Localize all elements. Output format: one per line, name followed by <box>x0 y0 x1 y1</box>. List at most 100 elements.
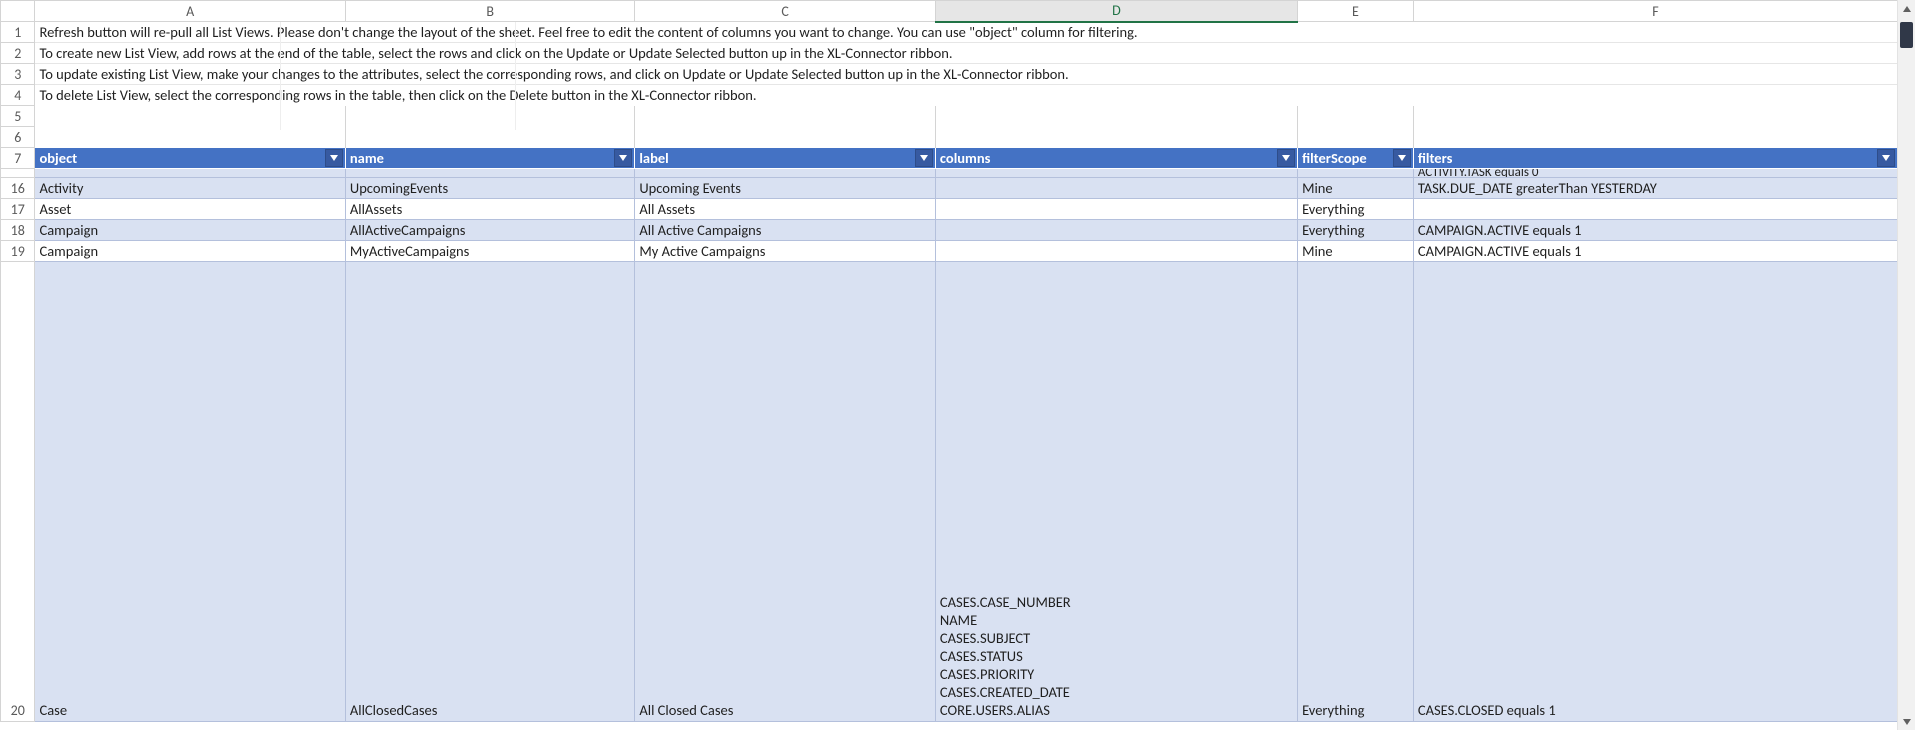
col-header-A[interactable]: A <box>35 1 345 22</box>
cell-A1[interactable]: Refresh button will re-pull all List Vie… <box>35 22 1897 43</box>
filter-dropdown-icon[interactable] <box>915 149 933 167</box>
filter-dropdown-icon[interactable] <box>1277 149 1295 167</box>
cell-columns[interactable] <box>935 199 1297 220</box>
row-header-clipped <box>1 169 35 178</box>
col-header-C[interactable]: C <box>635 1 936 22</box>
blank-row: 6 <box>1 127 1898 148</box>
cell[interactable] <box>35 127 345 148</box>
cell-name[interactable]: MyActiveCampaigns <box>345 241 634 262</box>
cell[interactable] <box>345 169 634 178</box>
cell-filterscope[interactable]: Everything <box>1298 262 1414 722</box>
clipped-row: ACTIVITY.TASK equals 0 <box>1 169 1898 178</box>
cell-columns[interactable] <box>935 178 1297 199</box>
grid-area[interactable]: A B C D E F 1 Refresh button will re-pul… <box>0 0 1897 730</box>
cell-filterscope[interactable]: Mine <box>1298 241 1414 262</box>
cell-A3[interactable]: To update existing List View, make your … <box>35 64 1897 85</box>
cell-label[interactable]: All Assets <box>635 199 936 220</box>
spreadsheet-viewport: A B C D E F 1 Refresh button will re-pul… <box>0 0 1915 730</box>
row-header-20[interactable]: 20 <box>1 262 35 722</box>
col-header-E[interactable]: E <box>1298 1 1414 22</box>
cell[interactable] <box>345 106 634 127</box>
header-filterscope[interactable]: filterScope <box>1298 148 1414 169</box>
instruction-row: 3 To update existing List View, make you… <box>1 64 1898 85</box>
cell-object[interactable]: Activity <box>35 178 345 199</box>
filter-dropdown-icon[interactable] <box>1877 149 1895 167</box>
instruction-text: To update existing List View, make your … <box>39 65 1068 83</box>
vertical-scrollbar[interactable] <box>1897 0 1915 730</box>
row-header-16[interactable]: 16 <box>1 178 35 199</box>
scroll-down-button[interactable] <box>1898 713 1915 730</box>
filter-dropdown-icon[interactable] <box>614 149 632 167</box>
header-label: object <box>39 149 77 167</box>
cell-columns[interactable] <box>935 241 1297 262</box>
table-row: 17 Asset AllAssets All Assets Everything <box>1 199 1898 220</box>
filter-dropdown-icon[interactable] <box>325 149 343 167</box>
row-header-6[interactable]: 6 <box>1 127 35 148</box>
header-columns[interactable]: columns <box>935 148 1297 169</box>
row-header-18[interactable]: 18 <box>1 220 35 241</box>
scroll-up-button[interactable] <box>1898 0 1915 17</box>
cell-filters[interactable]: CAMPAIGN.ACTIVE equals 1 <box>1413 241 1897 262</box>
cell-object[interactable]: Campaign <box>35 220 345 241</box>
col-header-B[interactable]: B <box>345 1 634 22</box>
cell[interactable] <box>635 127 936 148</box>
worksheet-grid[interactable]: A B C D E F 1 Refresh button will re-pul… <box>0 0 1897 722</box>
cell-object[interactable]: Asset <box>35 199 345 220</box>
cell-name[interactable]: AllAssets <box>345 199 634 220</box>
cell-filters[interactable]: CAMPAIGN.ACTIVE equals 1 <box>1413 220 1897 241</box>
cell-columns[interactable]: CASES.CASE_NUMBER NAME CASES.SUBJECT CAS… <box>935 262 1297 722</box>
row-header-19[interactable]: 19 <box>1 241 35 262</box>
cell[interactable] <box>935 169 1297 178</box>
cell[interactable] <box>35 106 345 127</box>
header-object[interactable]: object <box>35 148 345 169</box>
cell-columns[interactable] <box>935 220 1297 241</box>
header-name[interactable]: name <box>345 148 634 169</box>
cell-name[interactable]: AllClosedCases <box>345 262 634 722</box>
cell[interactable] <box>1413 106 1897 127</box>
cell[interactable] <box>935 127 1297 148</box>
cell-A2[interactable]: To create new List View, add rows at the… <box>35 43 1897 64</box>
cell[interactable] <box>635 106 936 127</box>
cell-label[interactable]: My Active Campaigns <box>635 241 936 262</box>
header-filters[interactable]: filters <box>1413 148 1897 169</box>
filter-dropdown-icon[interactable] <box>1393 149 1411 167</box>
cell-filters[interactable]: CASES.CLOSED equals 1 <box>1413 262 1897 722</box>
scroll-thumb[interactable] <box>1900 22 1913 48</box>
cell-filters[interactable]: TASK.DUE_DATE greaterThan YESTERDAY <box>1413 178 1897 199</box>
cell-filterscope[interactable]: Mine <box>1298 178 1414 199</box>
select-all-corner[interactable] <box>1 1 35 22</box>
cell[interactable] <box>1298 169 1414 178</box>
row-header-5[interactable]: 5 <box>1 106 35 127</box>
instruction-row: 2 To create new List View, add rows at t… <box>1 43 1898 64</box>
cell[interactable] <box>1413 127 1897 148</box>
cell-clipped-filters[interactable]: ACTIVITY.TASK equals 0 <box>1413 169 1897 178</box>
row-header-17[interactable]: 17 <box>1 199 35 220</box>
row-header-7[interactable]: 7 <box>1 148 35 169</box>
cell-object[interactable]: Campaign <box>35 241 345 262</box>
cell-label[interactable]: Upcoming Events <box>635 178 936 199</box>
cell-filters[interactable] <box>1413 199 1897 220</box>
row-header-2[interactable]: 2 <box>1 43 35 64</box>
cell-name[interactable]: AllActiveCampaigns <box>345 220 634 241</box>
header-label-col[interactable]: label <box>635 148 936 169</box>
cell[interactable] <box>35 169 345 178</box>
col-header-D[interactable]: D <box>935 1 1297 22</box>
cell[interactable] <box>635 169 936 178</box>
cell[interactable] <box>1298 127 1414 148</box>
cell-A4[interactable]: To delete List View, select the correspo… <box>35 85 1897 106</box>
cell[interactable] <box>1298 106 1414 127</box>
cell-label[interactable]: All Active Campaigns <box>635 220 936 241</box>
row-header-4[interactable]: 4 <box>1 85 35 106</box>
cell-name[interactable]: UpcomingEvents <box>345 178 634 199</box>
cell-filterscope[interactable]: Everything <box>1298 199 1414 220</box>
cell-object[interactable]: Case <box>35 262 345 722</box>
table-row: 16 Activity UpcomingEvents Upcoming Even… <box>1 178 1898 199</box>
cell-label[interactable]: All Closed Cases <box>635 262 936 722</box>
cell-filterscope[interactable]: Everything <box>1298 220 1414 241</box>
row-header-3[interactable]: 3 <box>1 64 35 85</box>
cell[interactable] <box>935 106 1297 127</box>
row-header-1[interactable]: 1 <box>1 22 35 43</box>
cell[interactable] <box>345 127 634 148</box>
header-label: filterScope <box>1302 149 1367 167</box>
col-header-F[interactable]: F <box>1413 1 1897 22</box>
